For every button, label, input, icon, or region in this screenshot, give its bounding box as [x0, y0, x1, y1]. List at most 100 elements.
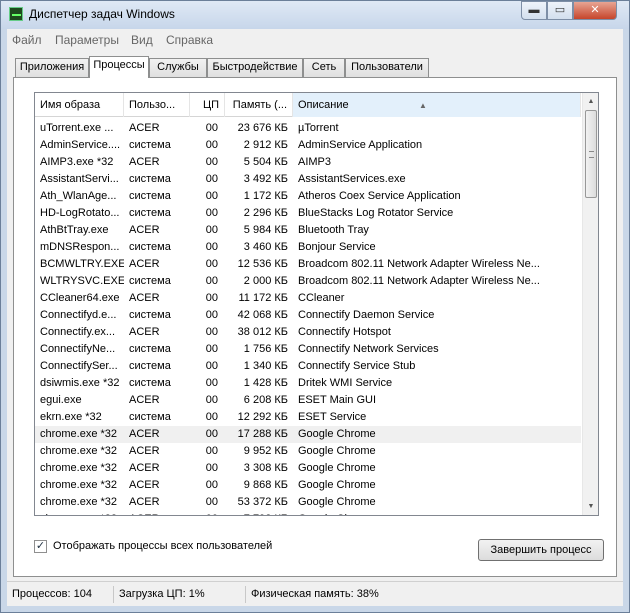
cell-memory: 5 504 КБ — [243, 156, 288, 168]
cell-description: Google Chrome — [298, 428, 376, 440]
processes-panel: Имя образа Пользо... ЦП Память (... Опис… — [13, 77, 617, 577]
column-cpu[interactable]: ЦП — [190, 93, 225, 117]
process-list[interactable]: Имя образа Пользо... ЦП Память (... Опис… — [34, 92, 599, 516]
cell-cpu: 00 — [205, 394, 218, 406]
process-row[interactable]: AssistantServi... система 00 3 492 КБ Assist… — [35, 171, 581, 188]
cell-memory: 6 208 КБ — [243, 394, 288, 406]
tab-services[interactable]: Службы — [149, 58, 207, 77]
cell-memory: 3 460 КБ — [243, 241, 288, 253]
process-row[interactable]: egui.exe ACER 00 6 208 КБ ESET Main GUI — [35, 392, 581, 409]
show-all-users-checkbox[interactable]: ✓ — [34, 540, 47, 553]
cell-user: ACER — [129, 445, 160, 457]
cell-image-name: chrome.exe *32 — [40, 428, 118, 440]
tab-processes[interactable]: Процессы — [89, 56, 149, 78]
cell-description: µTorrent — [298, 122, 339, 134]
process-row[interactable]: Ath_WlanAge... система 00 1 172 КБ Atheros C… — [35, 188, 581, 205]
process-row[interactable]: AIMP3.exe *32 ACER 00 5 504 КБ AIMP3 — [35, 154, 581, 171]
cell-cpu: 00 — [205, 258, 218, 270]
cell-description: Connectify Service Stub — [298, 360, 416, 372]
end-process-button[interactable]: Завершить процесс — [478, 539, 604, 561]
cell-memory: 1 756 КБ — [243, 343, 288, 355]
minimize-button[interactable]: ▬ — [521, 1, 547, 20]
cell-user: ACER — [129, 479, 160, 491]
cell-image-name: ConnectifySer... — [40, 360, 118, 372]
process-row[interactable]: Connectifyd.e... система 00 42 068 КБ Connec… — [35, 307, 581, 324]
cell-description: AssistantServices.exe — [298, 173, 406, 185]
cell-image-name: WLTRYSVC.EXE — [40, 275, 124, 287]
cell-cpu: 00 — [205, 411, 218, 423]
process-row[interactable]: dsiwmis.exe *32 система 00 1 428 КБ Dritek W… — [35, 375, 581, 392]
cell-image-name: Connectifyd.e... — [40, 309, 117, 321]
cell-memory: 17 288 КБ — [237, 428, 288, 440]
process-row[interactable]: CCleaner64.exe ACER 00 11 172 КБ CCleaner — [35, 290, 581, 307]
menu-file[interactable]: Файл — [12, 33, 42, 47]
cell-image-name: AIMP3.exe *32 — [40, 156, 114, 168]
cell-description: Google Chrome — [298, 496, 376, 508]
menu-help[interactable]: Справка — [166, 33, 213, 47]
cell-memory: 2 912 КБ — [243, 139, 288, 151]
cell-image-name: chrome.exe *32 — [40, 462, 118, 474]
task-manager-window: Диспетчер задач Windows ▬ ▭ ✕ Файл Парам… — [0, 0, 630, 613]
cell-cpu: 00 — [205, 326, 218, 338]
cell-description: Google Chrome — [298, 479, 376, 491]
process-row[interactable]: mDNSRespon... система 00 3 460 КБ Bonjour Se… — [35, 239, 581, 256]
column-user[interactable]: Пользо... — [124, 93, 190, 117]
process-row[interactable]: chrome.exe *32 ACER 00 9 868 КБ Google Chrom… — [35, 477, 581, 494]
cell-image-name: AthBtTray.exe — [40, 224, 109, 236]
cell-image-name: chrome.exe *32 — [35, 511, 124, 515]
cell-cpu: 00 — [205, 496, 218, 508]
process-row[interactable]: Connectify.ex... ACER 00 38 012 КБ Connectif… — [35, 324, 581, 341]
column-memory[interactable]: Память (... — [225, 93, 293, 117]
process-row[interactable]: BCMWLTRY.EXE ACER 00 12 536 КБ Broadcom 802.… — [35, 256, 581, 273]
process-row[interactable]: chrome.exe *32ACER007 792 КБGoogle Chrom… — [35, 511, 581, 515]
show-all-users-label[interactable]: Отображать процессы всех пользователей — [53, 540, 272, 552]
process-row[interactable]: WLTRYSVC.EXE система 00 2 000 КБ Broadcom 80… — [35, 273, 581, 290]
cell-image-name: chrome.exe *32 — [40, 479, 118, 491]
process-row[interactable]: chrome.exe *32 ACER 00 3 308 КБ Google Chrom… — [35, 460, 581, 477]
cell-user: система — [129, 343, 171, 355]
column-description[interactable]: Описание ▲ — [293, 93, 581, 117]
cell-user: система — [129, 360, 171, 372]
cell-memory: 42 068 КБ — [237, 309, 288, 321]
scroll-down-arrow-icon[interactable]: ▼ — [583, 498, 598, 515]
column-header-row: Имя образа Пользо... ЦП Память (... Опис… — [35, 93, 581, 117]
cell-description: BlueStacks Log Rotator Service — [298, 207, 454, 219]
cell-memory: 9 868 КБ — [243, 479, 288, 491]
process-row[interactable]: chrome.exe *32 ACER 00 9 952 КБ Google Chrom… — [35, 443, 581, 460]
cell-description: ESET Service — [298, 411, 367, 423]
cell-user: ACER — [129, 462, 160, 474]
tab-applications[interactable]: Приложения — [15, 58, 89, 77]
tab-users[interactable]: Пользователи — [345, 58, 429, 77]
process-row[interactable]: ConnectifySer... система 00 1 340 КБ Connect… — [35, 358, 581, 375]
maximize-button[interactable]: ▭ — [547, 1, 573, 20]
cell-memory: 7 792 КБ — [225, 511, 293, 515]
process-row[interactable]: uTorrent.exe ... ACER 00 23 676 КБ µTorrent — [35, 120, 581, 137]
cell-description: AdminService Application — [298, 139, 423, 151]
cell-user: ACER — [129, 292, 160, 304]
title-bar[interactable]: Диспетчер задач Windows ▬ ▭ ✕ — [1, 1, 629, 29]
scroll-up-arrow-icon[interactable]: ▲ — [583, 93, 598, 110]
tab-performance[interactable]: Быстродействие — [207, 58, 303, 77]
cell-memory: 9 952 КБ — [243, 445, 288, 457]
process-row[interactable]: ConnectifyNe... система 00 1 756 КБ Connecti… — [35, 341, 581, 358]
cell-memory: 3 492 КБ — [243, 173, 288, 185]
column-image-name[interactable]: Имя образа — [35, 93, 124, 117]
cell-cpu: 00 — [205, 122, 218, 134]
cell-cpu: 00 — [205, 275, 218, 287]
process-row[interactable]: ekrn.exe *32 система 00 12 292 КБ ESET Servi… — [35, 409, 581, 426]
status-physical-memory: Физическая память: 38% — [251, 588, 379, 600]
process-row[interactable]: HD-LogRotato... система 00 2 296 КБ BlueStac… — [35, 205, 581, 222]
menu-options[interactable]: Параметры — [55, 33, 119, 47]
tab-network[interactable]: Сеть — [303, 58, 345, 77]
close-button[interactable]: ✕ — [573, 1, 617, 20]
cell-description: Google Chrome — [293, 511, 581, 515]
menu-view[interactable]: Вид — [131, 33, 153, 47]
process-row[interactable]: chrome.exe *32 ACER 00 53 372 КБ Google Chro… — [35, 494, 581, 511]
scrollbar-thumb[interactable] — [585, 110, 597, 198]
process-row[interactable]: AdminService.... система 00 2 912 КБ AdminSe… — [35, 137, 581, 154]
process-row[interactable]: AthBtTray.exe ACER 00 5 984 КБ Bluetooth Tra… — [35, 222, 581, 239]
process-row[interactable]: chrome.exe *32 ACER 00 17 288 КБ Google Chro… — [35, 426, 581, 443]
status-process-count: Процессов: 104 — [9, 586, 114, 603]
vertical-scrollbar[interactable]: ▲ ▼ — [582, 93, 598, 515]
cell-image-name: egui.exe — [40, 394, 82, 406]
